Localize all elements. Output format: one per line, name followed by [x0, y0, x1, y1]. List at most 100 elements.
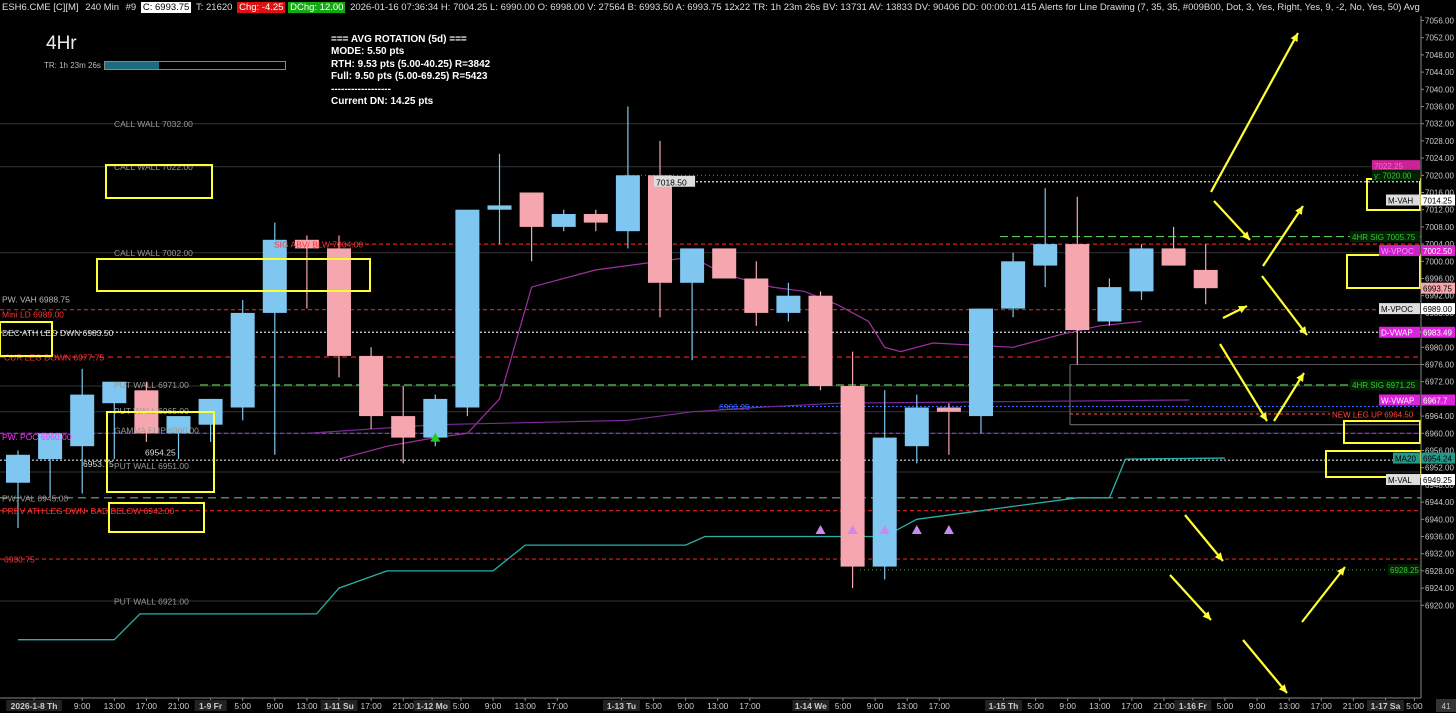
candle-body [1097, 287, 1122, 322]
x-tick-label: 9:00 [267, 701, 284, 711]
y-tick-label: 6980.00 [1425, 343, 1454, 352]
y-tick-label: 6976.00 [1425, 361, 1454, 370]
candle-body [969, 308, 993, 417]
candle-body [583, 214, 608, 223]
y-tick-label: 7052.00 [1425, 34, 1454, 43]
y-tick-label: 7044.00 [1425, 68, 1454, 77]
candle-body [1161, 248, 1186, 266]
x-tick-label: 5:00 [234, 701, 251, 711]
price-tag: 7022.25 [1374, 162, 1403, 171]
y-tick-label: 6972.00 [1425, 378, 1454, 387]
candle-body [904, 407, 929, 447]
price-tag: 6993.75 [1423, 284, 1452, 293]
level-label: 6966.25 [719, 402, 750, 412]
level-label: PREV ATH LEG DWN- BAD BELOW 6942.00 [2, 506, 175, 516]
x-tick-label: 5:00 [453, 701, 470, 711]
candle-body [1129, 248, 1154, 292]
candle-body [391, 416, 416, 438]
x-tick-label: 17:00 [929, 701, 951, 711]
candle-body [776, 295, 801, 313]
level-label: PW. POC 6960.00 [2, 432, 72, 442]
y-tick-label: 6964.00 [1425, 412, 1454, 421]
candle-body [1001, 261, 1026, 309]
arrow-shaft [1210, 32, 1299, 193]
price-tag: 6989.00 [1423, 305, 1452, 314]
y-tick-label: 6932.00 [1425, 550, 1454, 559]
y-tick-label: 7008.00 [1425, 223, 1454, 232]
level-label: PUT WALL 6971.00 [114, 380, 189, 390]
level-label: DEC ATH LEG DWN 6983.50 [2, 328, 114, 338]
x-tick-label: 17:00 [1311, 701, 1333, 711]
price-tag: M-VPOC [1381, 305, 1413, 314]
x-tick-label: 21:00 [168, 701, 190, 711]
price-tag: 6928.25 [1390, 566, 1419, 575]
y-tick-label: 7036.00 [1425, 103, 1454, 112]
price-tag: M-VAL [1388, 476, 1412, 485]
candle-body [712, 248, 737, 279]
candle-body [936, 407, 961, 412]
candle-body [519, 192, 544, 227]
x-tick-label: 1-16 Fr [1179, 701, 1208, 711]
y-tick-label: 6944.00 [1425, 498, 1454, 507]
x-tick-label: 17:00 [739, 701, 761, 711]
price-tag: 6967.7 [1423, 396, 1448, 405]
candle-body [840, 386, 865, 567]
x-tick-label: 21:00 [1343, 701, 1365, 711]
candle-body [1033, 244, 1058, 266]
y-tick-label: 6996.00 [1425, 275, 1454, 284]
y-tick-label: 7024.00 [1425, 154, 1454, 163]
x-tick-label: 21:00 [1153, 701, 1175, 711]
price-tag: 7002.50 [1423, 247, 1452, 256]
x-tick-label: 9:00 [1249, 701, 1266, 711]
x-tick-label: 5:00 [835, 701, 852, 711]
y-tick-label: 7040.00 [1425, 85, 1454, 94]
y-axis-panel [1421, 16, 1456, 698]
x-tick-label: 9:00 [677, 701, 694, 711]
signal-triangle [911, 525, 922, 535]
candle-body [487, 205, 512, 210]
x-tick-label: 9:00 [867, 701, 884, 711]
x-tick-label: 5:00 [645, 701, 662, 711]
candle-body [230, 312, 255, 408]
x-tick-label: 5:00 [1217, 701, 1234, 711]
y-tick-label: 7032.00 [1425, 120, 1454, 129]
price-chart[interactable]: CALL WALL 7032.00 CALL WALL 7022.00 CALL W… [0, 0, 1456, 713]
y-tick-label: 7028.00 [1425, 137, 1454, 146]
level-label: SIG ABV/ BLW 7004.00 [274, 240, 363, 250]
candle-body [6, 454, 30, 483]
signal-triangle [943, 525, 954, 535]
y-tick-label: 7056.00 [1425, 17, 1454, 26]
candle-body [872, 437, 897, 567]
level-label: 6930.75 [4, 555, 35, 565]
candle-body [359, 355, 384, 417]
level-label: CALL WALL 7002.00 [114, 248, 193, 258]
y-tick-label: 6920.00 [1425, 601, 1454, 610]
candle-body [327, 248, 351, 356]
x-tick-label: 13:00 [707, 701, 729, 711]
arrow-shaft [1242, 639, 1288, 694]
level-label: 6953.75 [83, 459, 114, 469]
candle-body [1193, 269, 1218, 289]
candle-body [1065, 244, 1090, 331]
x-tick-label: 1-15 Th [989, 701, 1019, 711]
y-tick-label: 6924.00 [1425, 584, 1454, 593]
x-tick-label: 21:00 [393, 701, 415, 711]
x-tick-label: 13:00 [296, 701, 318, 711]
x-tick-label: 13:00 [1279, 701, 1301, 711]
arrow-shaft [1184, 514, 1224, 562]
y-tick-label: 7012.00 [1425, 206, 1454, 215]
x-tick-label: 17:00 [547, 701, 569, 711]
level-label: 7018.50 [656, 177, 687, 187]
x-tick-label: 13:00 [515, 701, 537, 711]
level-label: PUT WALL 6951.00 [114, 461, 189, 471]
candle-body [423, 398, 448, 438]
candle-body [70, 394, 95, 447]
x-tick-label: 1-9 Fr [199, 701, 223, 711]
candle-body [744, 278, 769, 313]
x-tick-label: 9:00 [74, 701, 91, 711]
y-tick-label: 7020.00 [1425, 171, 1454, 180]
arrow-shaft [1261, 275, 1308, 336]
x-tick-label: 9:00 [485, 701, 502, 711]
x-tick-label: 1-17 Sa [1371, 701, 1401, 711]
y-tick-label: 6940.00 [1425, 515, 1454, 524]
